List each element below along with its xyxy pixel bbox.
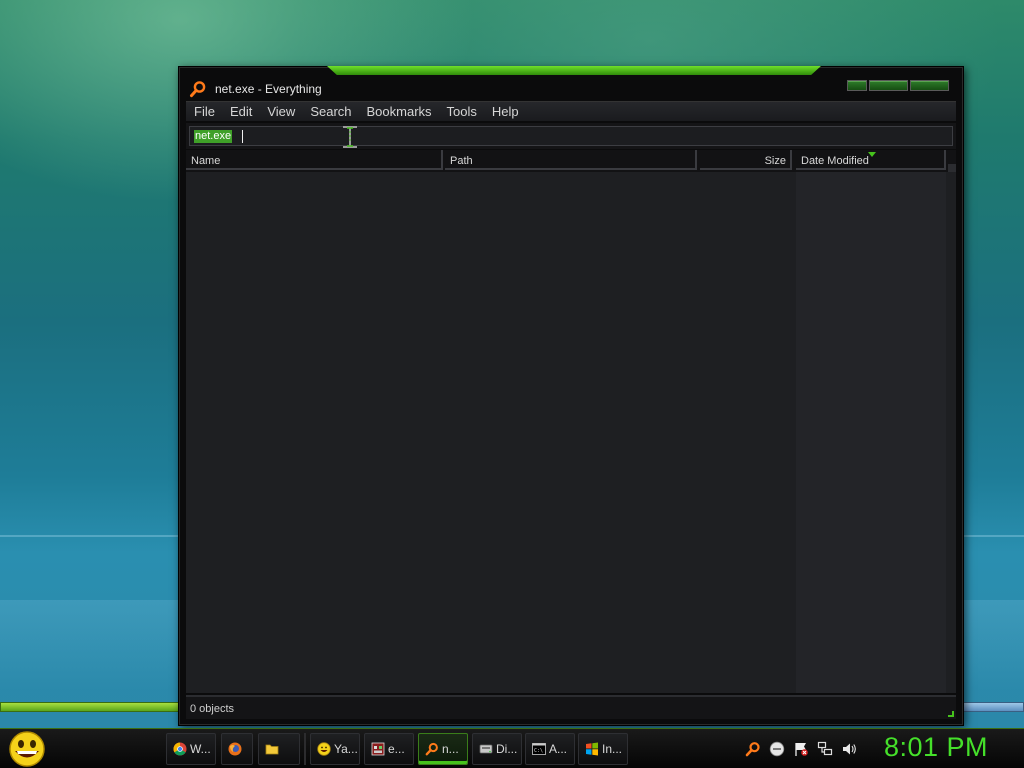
- task-yahoo-messenger[interactable]: Ya...: [310, 733, 360, 765]
- object-count: 0 objects: [190, 703, 235, 715]
- search-input-value: net.exe: [194, 130, 233, 143]
- task-everything[interactable]: n...: [418, 733, 468, 765]
- task-disk[interactable]: Di...: [472, 733, 522, 765]
- taskbar: W... Ya... e... n... Di... C:\ A... In..…: [0, 728, 1024, 768]
- window-top-accent: [327, 66, 821, 75]
- column-header-path[interactable]: Path: [445, 150, 697, 170]
- task-label: In...: [602, 742, 623, 756]
- sort-descending-icon: [868, 152, 876, 157]
- network-icon[interactable]: [817, 741, 833, 757]
- text-caret: [242, 130, 243, 143]
- windows-flag-icon: [586, 742, 598, 756]
- menu-bookmarks[interactable]: Bookmarks: [359, 104, 439, 119]
- task-label: Di...: [496, 742, 518, 756]
- task-label: e...: [388, 742, 405, 756]
- results-header: Name Path Size Date Modified: [186, 150, 956, 172]
- menu-bar: File Edit View Search Bookmarks Tools He…: [186, 101, 956, 121]
- window-controls: [847, 80, 949, 93]
- column-header-size[interactable]: Size: [700, 150, 792, 170]
- close-button[interactable]: [910, 80, 949, 91]
- task-command-prompt[interactable]: C:\ A...: [525, 733, 575, 765]
- status-bar: 0 objects: [186, 695, 956, 719]
- start-button[interactable]: [6, 730, 48, 768]
- window-title: net.exe - Everything: [215, 82, 322, 96]
- column-header-name[interactable]: Name: [186, 150, 443, 170]
- firefox-icon: [228, 742, 242, 756]
- menu-tools[interactable]: Tools: [439, 104, 484, 119]
- disk-icon: [479, 744, 493, 754]
- folder-icon: [265, 744, 279, 755]
- task-firefox[interactable]: [221, 733, 253, 765]
- magnifier-icon: [190, 81, 206, 98]
- task-label: Ya...: [334, 742, 358, 756]
- task-chrome[interactable]: W...: [166, 733, 216, 765]
- chrome-icon: [173, 742, 187, 756]
- everything-tray-icon[interactable]: [745, 741, 761, 757]
- task-label: A...: [549, 742, 568, 756]
- volume-icon[interactable]: [841, 741, 857, 757]
- app-window-icon: [371, 742, 385, 756]
- menu-edit[interactable]: Edit: [222, 104, 259, 119]
- search-input[interactable]: [189, 126, 953, 146]
- menu-view[interactable]: View: [259, 104, 302, 119]
- search-row: net.exe: [186, 123, 956, 149]
- svg-text:C:\: C:\: [534, 748, 543, 754]
- menu-search[interactable]: Search: [302, 104, 358, 119]
- desktop-widget-bar-right: [962, 702, 1024, 712]
- command-prompt-icon: C:\: [532, 743, 546, 755]
- maximize-button[interactable]: [869, 80, 909, 91]
- everything-window: net.exe - Everything File Edit View Sear…: [178, 66, 964, 726]
- everything-search-icon: [425, 742, 438, 756]
- action-center-flag-icon[interactable]: [793, 741, 809, 757]
- minimize-button[interactable]: [847, 80, 868, 91]
- taskbar-separator: [304, 733, 306, 765]
- task-label: W...: [190, 742, 211, 756]
- taskbar-clock[interactable]: 8:01 PM: [884, 732, 1014, 763]
- task-explorer[interactable]: [258, 733, 300, 765]
- task-app[interactable]: e...: [364, 733, 414, 765]
- yahoo-messenger-icon: [317, 742, 331, 756]
- title-bar[interactable]: net.exe - Everything: [179, 77, 963, 101]
- ibeam-cursor-icon: [343, 126, 357, 148]
- sorted-column-shade: [796, 172, 946, 693]
- menu-help[interactable]: Help: [484, 104, 526, 119]
- resize-grip-icon[interactable]: [948, 711, 954, 717]
- scrollbar-stub[interactable]: [948, 164, 956, 172]
- desktop-widget-bar-left: [0, 702, 180, 712]
- task-label: n...: [442, 742, 459, 756]
- messenger-tray-icon[interactable]: [769, 741, 785, 757]
- task-internet-explorer[interactable]: In...: [578, 733, 628, 765]
- results-list[interactable]: Name Path Size Date Modified: [186, 150, 956, 693]
- menu-file[interactable]: File: [186, 104, 222, 119]
